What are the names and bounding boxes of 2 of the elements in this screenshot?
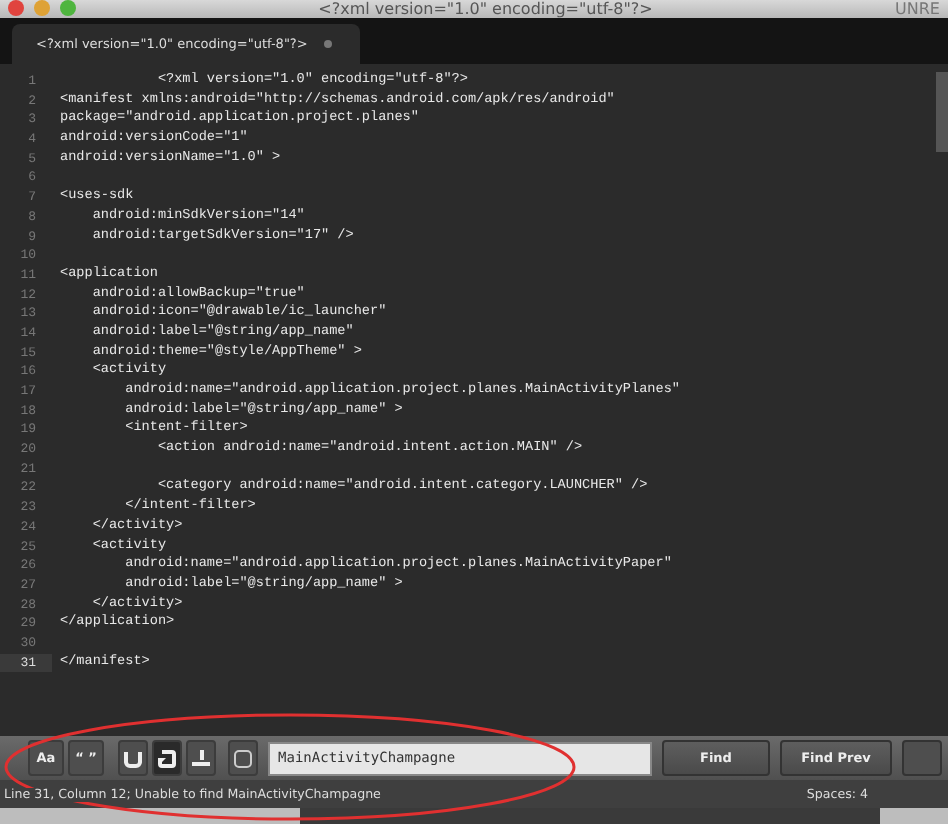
window-title: <?xml version="1.0" encoding="utf-8"?>: [318, 2, 653, 18]
window-title-right: UNRE: [895, 2, 940, 18]
